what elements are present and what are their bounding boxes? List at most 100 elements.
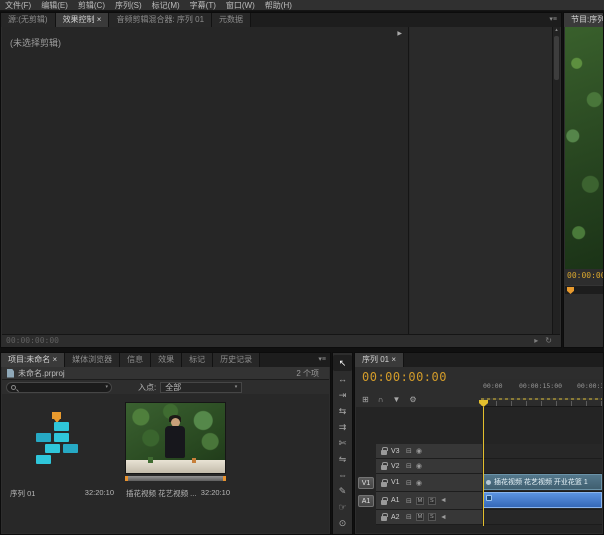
track-select-tool[interactable]: ↔ bbox=[333, 371, 352, 387]
hand-tool[interactable]: ☞ bbox=[333, 499, 352, 515]
effects-parameter-column: (未选择剪辑) ▶ bbox=[2, 27, 409, 334]
thumbnail-scrubber[interactable] bbox=[125, 476, 226, 481]
source-patch-empty[interactable] bbox=[356, 459, 376, 474]
item-name[interactable]: 插花视频 花艺视频 ... bbox=[126, 488, 196, 499]
tab-effects[interactable]: 效果 bbox=[151, 353, 182, 367]
lock-icon[interactable] bbox=[381, 500, 387, 505]
sync-lock-icon[interactable]: ⊟ bbox=[406, 513, 412, 521]
project-item-video[interactable]: 插花视频 花艺视频 ... 32:20:10 bbox=[124, 400, 236, 502]
mute-toggle[interactable]: M bbox=[416, 513, 424, 521]
search-box[interactable]: ▾ bbox=[6, 382, 112, 393]
search-dropdown-icon[interactable]: ▾ bbox=[105, 384, 108, 390]
tab-markers[interactable]: 标记 bbox=[182, 353, 213, 367]
scroll-up-icon[interactable]: ▴ bbox=[553, 27, 560, 34]
mute-toggle[interactable]: M bbox=[416, 497, 424, 505]
menu-help[interactable]: 帮助(H) bbox=[260, 0, 297, 11]
menu-title[interactable]: 字幕(T) bbox=[185, 0, 221, 11]
keyframe-prev-icon[interactable]: ◄ bbox=[440, 514, 447, 521]
effects-scrollbar[interactable]: ▴ bbox=[552, 27, 560, 334]
loop-icon[interactable]: ↻ bbox=[545, 336, 552, 345]
track-row-v3: V3 ⊟ ◉ bbox=[356, 444, 602, 459]
track-content-a2[interactable] bbox=[482, 510, 602, 525]
tab-source-monitor[interactable]: 源:(无剪辑) bbox=[1, 13, 56, 27]
playhead-marker-icon[interactable] bbox=[567, 287, 574, 294]
timeline-settings-icon[interactable]: ⚙ bbox=[409, 395, 416, 404]
lock-icon[interactable] bbox=[381, 450, 387, 455]
target-box-v1[interactable]: V1 bbox=[358, 477, 374, 489]
track-header-v3: V3 ⊟ ◉ bbox=[376, 444, 482, 459]
panel-menu-icon[interactable]: ▾≡ bbox=[314, 353, 330, 367]
lock-icon[interactable] bbox=[381, 465, 387, 470]
slide-tool[interactable]: ⇔ bbox=[333, 467, 352, 483]
sync-lock-icon[interactable]: ⊟ bbox=[406, 497, 412, 505]
slip-tool[interactable]: ⇋ bbox=[333, 451, 352, 467]
zoom-tool[interactable]: ⊙ bbox=[333, 515, 352, 531]
project-item-sequence[interactable]: 序列 01 32:20:10 bbox=[8, 400, 120, 502]
lock-icon[interactable] bbox=[381, 516, 387, 521]
lock-icon[interactable] bbox=[381, 482, 387, 487]
ripple-edit-tool[interactable]: ⇥ bbox=[333, 387, 352, 403]
tab-program-monitor[interactable]: 节目:序列... bbox=[564, 13, 603, 27]
tab-project[interactable]: 项目:未命名 × bbox=[1, 353, 65, 367]
collapse-arrow-icon[interactable]: ▶ bbox=[397, 30, 402, 37]
sync-lock-icon[interactable]: ⊟ bbox=[406, 462, 412, 470]
tab-info[interactable]: 信息 bbox=[120, 353, 151, 367]
insert-icon[interactable]: ⊞ bbox=[362, 395, 369, 404]
menu-marker[interactable]: 标记(M) bbox=[147, 0, 185, 11]
video-thumbnail[interactable] bbox=[125, 402, 226, 474]
snap-magnet-icon[interactable]: ∩ bbox=[378, 395, 384, 404]
search-input[interactable] bbox=[16, 383, 102, 392]
scrollbar-thumb[interactable] bbox=[554, 36, 559, 80]
tab-audio-clip-mixer[interactable]: 音频剪辑混合器: 序列 01 bbox=[109, 13, 212, 27]
tab-metadata[interactable]: 元数据 bbox=[212, 13, 251, 27]
effects-timeline-area bbox=[410, 27, 552, 334]
tab-effect-controls[interactable]: 效果控制 × bbox=[56, 13, 110, 27]
program-scrubber[interactable] bbox=[565, 285, 604, 294]
track-header-v2: V2 ⊟ ◉ bbox=[376, 459, 482, 474]
menu-window[interactable]: 窗口(W) bbox=[221, 0, 260, 11]
timeline-video-clip[interactable]: 插花视频 花艺视频 开业花篮 1 bbox=[483, 474, 602, 490]
track-content-v2[interactable] bbox=[482, 459, 602, 474]
tab-media-browser[interactable]: 媒体浏览器 bbox=[65, 353, 120, 367]
timeline-timecode[interactable]: 00:00:00:00 bbox=[362, 370, 447, 384]
timeline-tracks: V3 ⊟ ◉ V2 ⊟ ◉ V1 bbox=[356, 407, 602, 533]
target-box-a1[interactable]: A1 bbox=[358, 495, 374, 507]
solo-toggle[interactable]: S bbox=[428, 497, 436, 505]
keyframe-prev-icon[interactable]: ◄ bbox=[440, 497, 447, 504]
track-content-v3[interactable] bbox=[482, 444, 602, 459]
timeline-ruler[interactable]: 00:00 00:00:15:00 00:00:3 bbox=[481, 379, 602, 407]
item-name[interactable]: 序列 01 bbox=[10, 488, 35, 499]
source-patch-empty[interactable] bbox=[356, 510, 376, 525]
track-row-a1: A1 A1 ⊟ M S ◄ bbox=[356, 492, 602, 510]
track-output-eye-icon[interactable]: ◉ bbox=[416, 447, 422, 455]
sync-lock-icon[interactable]: ⊟ bbox=[406, 447, 412, 455]
timeline-audio-clip-selected[interactable] bbox=[483, 492, 602, 508]
menu-file[interactable]: 文件(F) bbox=[0, 0, 36, 11]
source-patch-a1[interactable]: A1 bbox=[356, 492, 376, 510]
panel-menu-icon[interactable]: ▾≡ bbox=[545, 13, 561, 27]
track-content-a1[interactable] bbox=[482, 492, 602, 510]
rate-stretch-tool[interactable]: ⇉ bbox=[333, 419, 352, 435]
solo-toggle[interactable]: S bbox=[428, 513, 436, 521]
razor-tool[interactable]: ✄ bbox=[333, 435, 352, 451]
menu-sequence[interactable]: 序列(S) bbox=[110, 0, 147, 11]
menu-edit[interactable]: 编辑(E) bbox=[36, 0, 73, 11]
track-content-v1[interactable]: 插花视频 花艺视频 开业花篮 1 bbox=[482, 474, 602, 492]
item-duration: 32:20:10 bbox=[201, 488, 230, 499]
menu-clip[interactable]: 剪辑(C) bbox=[73, 0, 110, 11]
marker-icon[interactable]: ▼ bbox=[392, 395, 400, 404]
source-patch-v1[interactable]: V1 bbox=[356, 474, 376, 492]
play-icon[interactable]: ▸ bbox=[534, 336, 538, 345]
sync-lock-icon[interactable]: ⊟ bbox=[406, 479, 412, 487]
selection-tool[interactable]: ↖ bbox=[333, 355, 352, 371]
pen-tool[interactable]: ✎ bbox=[333, 483, 352, 499]
track-output-eye-icon[interactable]: ◉ bbox=[416, 462, 422, 470]
playhead-line[interactable] bbox=[483, 407, 484, 526]
tab-sequence-01[interactable]: 序列 01 × bbox=[355, 353, 404, 367]
track-output-eye-icon[interactable]: ◉ bbox=[416, 479, 422, 487]
source-patch-empty[interactable] bbox=[356, 444, 376, 459]
tab-history[interactable]: 历史记录 bbox=[213, 353, 260, 367]
rolling-edit-tool[interactable]: ⇆ bbox=[333, 403, 352, 419]
inpoint-value: 全部 bbox=[165, 382, 181, 393]
inpoint-select[interactable]: 全部 ▾ bbox=[160, 382, 242, 393]
